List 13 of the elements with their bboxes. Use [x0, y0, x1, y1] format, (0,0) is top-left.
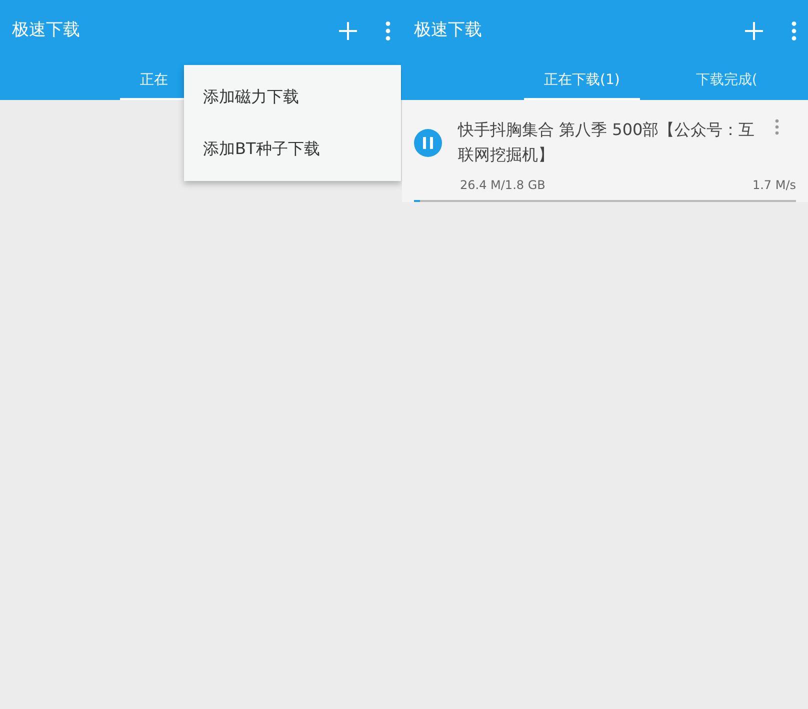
tab[interactable]: 下载完成( — [676, 62, 778, 100]
more-icon[interactable] — [790, 20, 798, 42]
download-size: 26.4 M/1.8 GB — [460, 176, 546, 194]
add-icon[interactable] — [742, 19, 766, 43]
add-icon[interactable] — [336, 19, 360, 43]
pause-button[interactable] — [414, 128, 442, 157]
more-icon[interactable] — [384, 20, 392, 42]
app-title: 极速下载 — [413, 19, 482, 42]
download-speed: 1.7 M/s — [752, 176, 796, 194]
menu-item[interactable]: 添加BT种子下载 — [184, 123, 339, 175]
more-icon[interactable] — [774, 118, 780, 136]
app-title: 极速下载 — [11, 19, 80, 42]
file-name: 快手抖胸集合 第八季 500部【公众号：互联网挖掘机】 — [458, 119, 756, 166]
